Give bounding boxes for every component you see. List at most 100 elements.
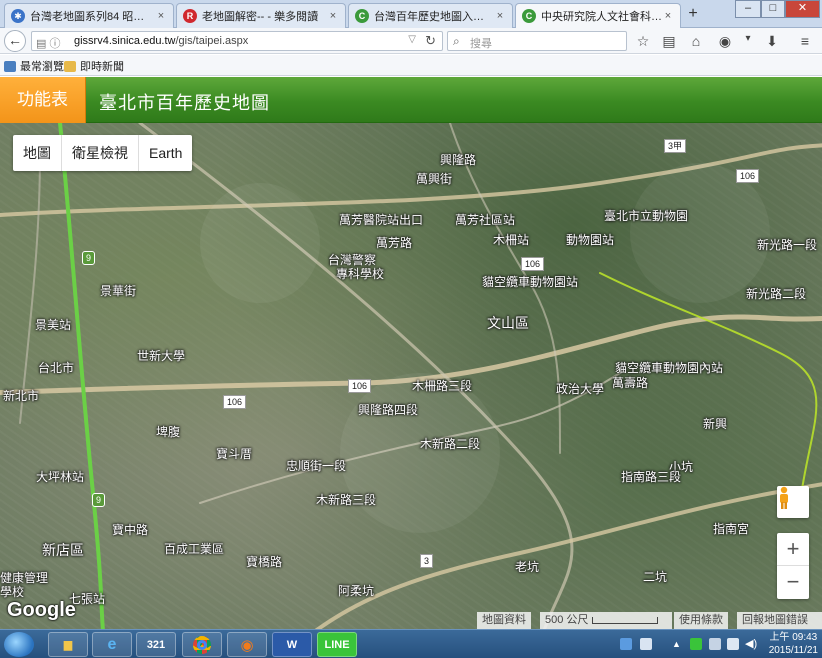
map-canvas[interactable]: 景美站 世新大學 景華街 台北市 新北市 大坪林站 新店區 七張站 健康管理 學…	[0, 123, 822, 629]
bookmark-most-visited[interactable]: 最常瀏覽	[4, 58, 64, 74]
map-label: 興隆路四段	[358, 403, 419, 417]
map-label: 百成工業區	[164, 542, 225, 556]
map-label[interactable]: 世新大學	[137, 347, 185, 364]
map-label: 阿柔坑	[338, 584, 375, 598]
map-label[interactable]: 動物園站	[566, 231, 614, 248]
zoom-in-button[interactable]: +	[777, 533, 809, 566]
bookmark-star-icon[interactable]: ☆	[634, 33, 652, 50]
bookmark-news[interactable]: 即時新聞	[64, 58, 124, 74]
menu-button[interactable]: 功能表	[0, 77, 86, 123]
reading-list-icon[interactable]: ▤	[660, 33, 678, 50]
terms-link[interactable]: 使用條款	[674, 612, 728, 629]
url-text: gissrv4.sinica.edu.tw/gis/taipei.aspx	[74, 35, 249, 47]
chevron-down-icon[interactable]: ▽	[408, 34, 416, 45]
page-info-icon[interactable]: ▤ ⓘ	[36, 35, 60, 51]
map-label[interactable]: 臺北市立動物園	[604, 207, 688, 224]
map-label[interactable]: 政治大學	[556, 380, 604, 397]
road-shield: 106	[223, 395, 247, 409]
map-data-link[interactable]: 地圖資料	[477, 612, 531, 629]
home-icon[interactable]: ⌂	[687, 33, 705, 49]
ie-icon[interactable]: e	[92, 632, 132, 657]
google-logo: Google	[7, 599, 76, 621]
map-type-satellite[interactable]: 衛星檢視	[62, 135, 139, 171]
tab-strip: ✱ 台灣老地圖系列84 昭和15... × R 老地圖解密-- - 樂多閱讀 ×…	[0, 0, 822, 28]
tab-old-map-decode[interactable]: R 老地圖解密-- - 樂多閱讀 ×	[176, 3, 346, 28]
show-hidden-icons-icon[interactable]: ▲	[672, 638, 684, 650]
clock-time: 上午 09:43	[769, 632, 818, 643]
url-bar[interactable]: ▤ ⓘ gissrv4.sinica.edu.tw/gis/taipei.asp…	[31, 31, 443, 51]
map-label[interactable]: 大坪林站	[36, 468, 84, 485]
map-label: 新店區	[42, 542, 84, 558]
rss-folder-icon	[64, 60, 76, 72]
map-label: 文山區	[487, 315, 529, 331]
blue-gear-icon: ✱	[11, 9, 25, 23]
device-icon[interactable]	[709, 638, 721, 650]
close-window-button[interactable]: ✕	[785, 0, 820, 18]
map-label: 二坑	[643, 570, 668, 584]
map-type-earth[interactable]: Earth	[139, 135, 192, 171]
chevron-down-icon[interactable]: ▾	[739, 33, 757, 44]
search-box[interactable]: ⌕ 搜尋	[447, 31, 627, 51]
menu-icon[interactable]: ≡	[796, 33, 814, 49]
clock[interactable]: 上午 09:43 2015/11/21	[769, 631, 818, 657]
back-button[interactable]: ←	[4, 30, 26, 52]
bookmark-folder-icon	[4, 60, 16, 72]
map-label: 忠順街一段	[286, 459, 347, 473]
map-label: 寶斗厝	[216, 447, 253, 461]
word-icon[interactable]: W	[272, 632, 312, 657]
addon-icon[interactable]: ◉	[716, 33, 734, 50]
map-scale[interactable]: 500 公尺	[540, 612, 672, 629]
minimize-button[interactable]: –	[735, 0, 761, 18]
tab-taiwan-century-maps[interactable]: C 台灣百年歷史地圖入口網站 ×	[348, 3, 513, 28]
map-type-control: 地圖 衛星檢視 Earth	[13, 135, 193, 171]
report-error-link[interactable]: 回報地圖錯誤	[737, 612, 822, 629]
zoom-out-button[interactable]: −	[777, 566, 809, 599]
windows-start-icon[interactable]	[4, 632, 34, 657]
red-r-icon: R	[183, 9, 197, 23]
bookmark-label: 最常瀏覽	[20, 61, 64, 73]
map-label[interactable]: 指南宮	[713, 520, 749, 537]
tab-taiwan-old-maps[interactable]: ✱ 台灣老地圖系列84 昭和15... ×	[4, 3, 174, 28]
reload-icon[interactable]: ↻	[425, 33, 436, 49]
tab-sinica-active[interactable]: C 中央研究院人文社會科學... ×	[515, 3, 681, 28]
close-icon[interactable]: ×	[662, 10, 674, 22]
map-type-map[interactable]: 地圖	[13, 135, 62, 171]
map-label: 埤腹	[156, 425, 181, 439]
firefox-icon[interactable]: ◉	[227, 632, 267, 657]
chrome-icon[interactable]	[182, 632, 222, 657]
map-label[interactable]: 景美站	[35, 316, 71, 333]
map-label: 指南路三段	[621, 470, 682, 484]
road-shield: 9	[92, 493, 106, 507]
search-icon: ⌕	[453, 34, 460, 48]
line-tray-icon[interactable]	[690, 638, 702, 650]
tray-app-icon[interactable]	[640, 638, 652, 650]
new-tab-button[interactable]: +	[684, 4, 702, 24]
street-view-pegman[interactable]	[777, 486, 809, 518]
green-c-icon: C	[522, 9, 536, 23]
maximize-button[interactable]: □	[761, 0, 785, 18]
volume-icon[interactable]: ◀)	[745, 638, 757, 650]
map-label[interactable]: 木柵站	[493, 231, 529, 248]
map-label[interactable]: 萬芳社區站	[455, 211, 515, 228]
map-label: 新光路二段	[746, 287, 807, 301]
line-icon[interactable]: LINE	[317, 632, 357, 657]
close-icon[interactable]: ×	[155, 10, 167, 22]
calendar-icon[interactable]: 321	[136, 632, 176, 657]
clock-date: 2015/11/21	[768, 645, 818, 656]
network-icon[interactable]	[620, 638, 632, 650]
explorer-icon[interactable]: ▆	[48, 632, 88, 657]
bookmarks-bar: 最常瀏覽 即時新聞	[0, 55, 822, 76]
map-label: 新興	[703, 417, 728, 431]
download-icon[interactable]: ⬇	[763, 33, 781, 50]
map-roads	[0, 123, 822, 629]
map-label: 寶中路	[112, 523, 149, 537]
network-status-icon[interactable]	[727, 638, 739, 650]
map-label[interactable]: 萬芳醫院站出口	[339, 211, 423, 228]
close-icon[interactable]: ×	[327, 10, 339, 22]
map-label[interactable]: 貓空纜車動物園站	[482, 273, 578, 290]
close-icon[interactable]: ×	[494, 10, 506, 22]
road-shield: 106	[736, 169, 760, 183]
map-label: 台北市	[38, 361, 75, 375]
map-label: 萬興街	[416, 172, 453, 186]
navigation-bar: ← ▤ ⓘ gissrv4.sinica.edu.tw/gis/taipei.a…	[0, 28, 822, 54]
